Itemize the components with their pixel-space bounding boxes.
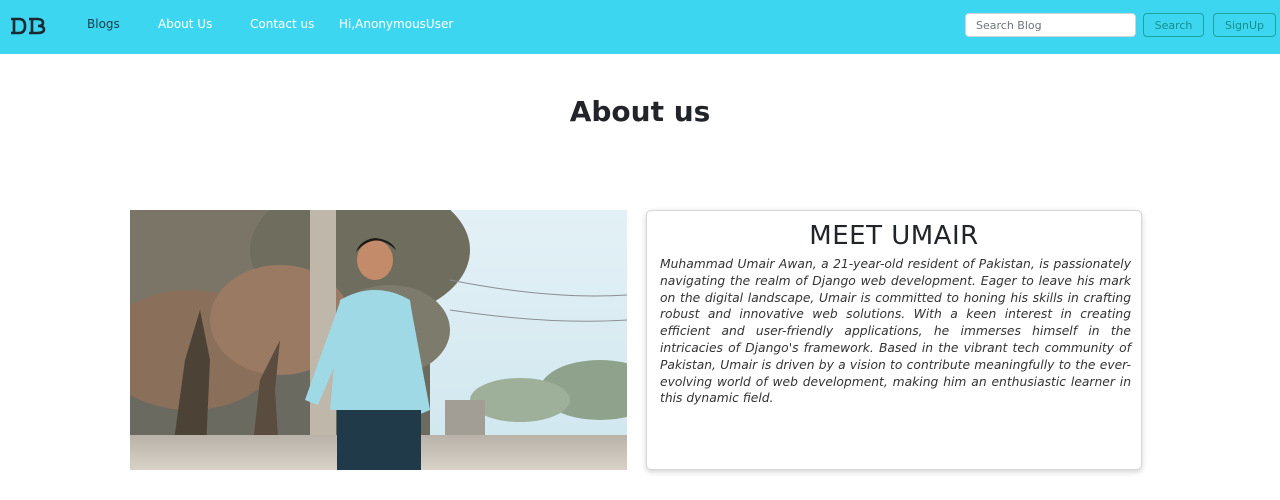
- search-button[interactable]: Search: [1143, 13, 1204, 37]
- search-input[interactable]: [965, 13, 1136, 37]
- nav-link-user-greeting[interactable]: Hi,AnonymousUser: [339, 17, 453, 31]
- person-photo-icon: [130, 210, 627, 470]
- signup-button[interactable]: SignUp: [1213, 13, 1276, 37]
- nav-link-about-us[interactable]: About Us: [158, 17, 212, 31]
- page-title: About us: [569, 95, 711, 128]
- profile-photo: [130, 210, 627, 470]
- profile-bio: Muhammad Umair Awan, a 21-year-old resid…: [660, 257, 1131, 406]
- navbar: Blogs About Us Contact us Hi,AnonymousUs…: [0, 0, 1280, 54]
- brand-logo[interactable]: [8, 14, 48, 38]
- nav-link-blogs[interactable]: Blogs: [87, 17, 120, 31]
- brand-logo-icon: [11, 17, 46, 35]
- profile-card: MEET UMAIR Muhammad Umair Awan, a 21-yea…: [646, 210, 1142, 470]
- nav-link-contact-us[interactable]: Contact us: [250, 17, 314, 31]
- profile-heading: MEET UMAIR: [809, 221, 979, 251]
